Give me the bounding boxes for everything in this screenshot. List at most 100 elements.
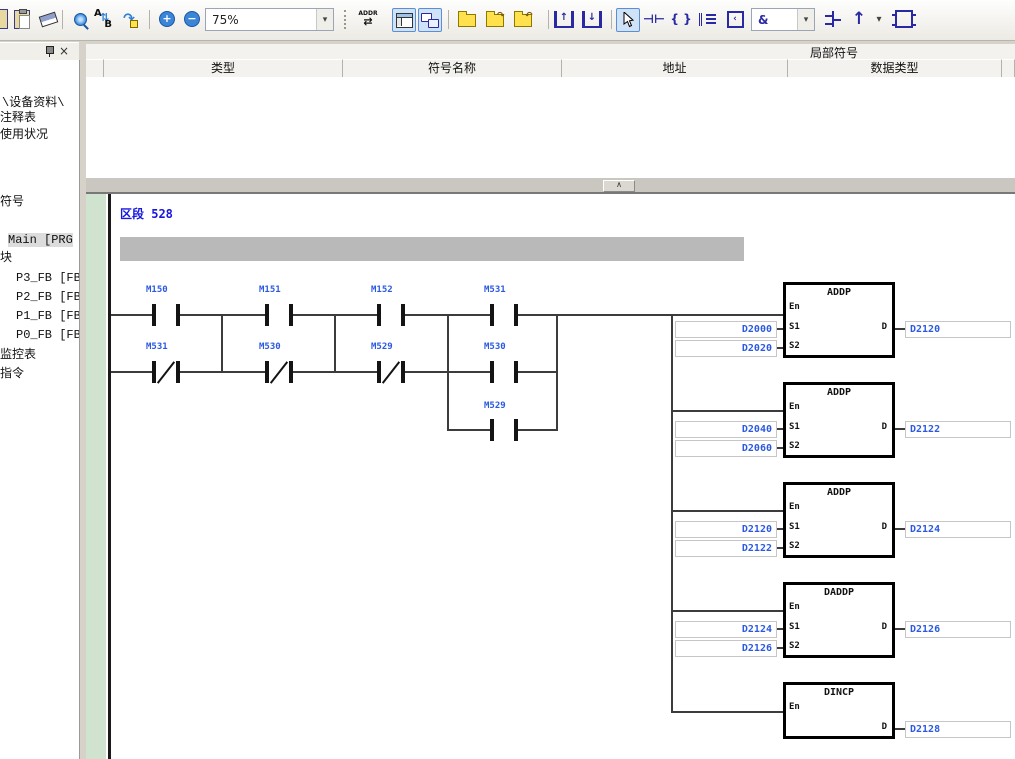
- move-up-dropdown[interactable]: ▾: [872, 8, 886, 30]
- contact-nc[interactable]: [377, 361, 381, 383]
- paste-icon[interactable]: [11, 8, 33, 30]
- goto-icon[interactable]: ↷: [118, 8, 140, 30]
- header-cell-data-type[interactable]: 数据类型: [788, 59, 1002, 78]
- ladder-editor[interactable]: [86, 192, 1015, 759]
- contact-label[interactable]: M531: [484, 285, 506, 295]
- section-label[interactable]: 区段 528: [120, 205, 173, 222]
- header-cell-type[interactable]: 类型: [104, 59, 343, 78]
- zoom-out-icon[interactable]: −: [181, 8, 203, 30]
- coil-tool-icon[interactable]: { }: [670, 8, 692, 30]
- network-block-icon[interactable]: [893, 8, 915, 30]
- address-display-toggle[interactable]: ADDR⇄: [357, 8, 379, 30]
- operand-input[interactable]: D2000: [675, 321, 777, 338]
- zoom-in-icon[interactable]: +: [156, 8, 178, 30]
- contact-no[interactable]: [377, 304, 381, 326]
- operand-input[interactable]: D2040: [675, 421, 777, 438]
- tree-item-comment-table[interactable]: 注释表: [0, 111, 36, 125]
- tree-item-main-program[interactable]: Main [PRG: [8, 233, 73, 247]
- operand-output[interactable]: D2124: [905, 521, 1011, 538]
- symbol-table-body[interactable]: [86, 77, 1015, 179]
- operand-input[interactable]: D2020: [675, 340, 777, 357]
- tree-item-p0-fb[interactable]: P0_FB [FB: [16, 328, 80, 342]
- zoom-level-combo[interactable]: 75% ▾: [205, 8, 334, 31]
- operand-input[interactable]: D2122: [675, 540, 777, 557]
- operand-output[interactable]: D2126: [905, 621, 1011, 638]
- tree-item-p1-fb[interactable]: P1_FB [FB: [16, 309, 80, 323]
- folder-undo-icon[interactable]: ↶: [512, 8, 534, 30]
- contact-label[interactable]: M531: [146, 342, 168, 352]
- function-block-addp-3[interactable]: ADDP En S1 S2 D: [783, 482, 895, 558]
- function-block-addp-1[interactable]: ADDP En S1 S2 D: [783, 282, 895, 358]
- contact-label[interactable]: M150: [146, 285, 168, 295]
- tree-item-p2-fb[interactable]: P2_FB [FB: [16, 290, 80, 304]
- header-cell-name[interactable]: 符号名称: [343, 59, 562, 78]
- contact-no[interactable]: [514, 304, 518, 326]
- function-block-addp-2[interactable]: ADDP En S1 S2 D: [783, 382, 895, 458]
- contact-nc[interactable]: [176, 361, 180, 383]
- search-icon[interactable]: [69, 8, 91, 30]
- function-block-tool-icon[interactable]: ‹: [724, 8, 746, 30]
- rung-comment-bar[interactable]: [120, 237, 744, 261]
- operand-input[interactable]: D2124: [675, 621, 777, 638]
- comment-display-toggle[interactable]: [418, 8, 442, 32]
- rung-insert-below-icon[interactable]: ↓: [581, 8, 603, 30]
- cursor-arrow-icon: [622, 12, 634, 28]
- contact-no[interactable]: [265, 304, 269, 326]
- contact-no[interactable]: [514, 361, 518, 383]
- contact-nc[interactable]: [265, 361, 269, 383]
- function-block-daddp[interactable]: DADDP En S1 S2 D: [783, 582, 895, 658]
- contact-label[interactable]: M529: [484, 401, 506, 411]
- contact-label[interactable]: M152: [371, 285, 393, 295]
- contact-nc[interactable]: [289, 361, 293, 383]
- rung-insert-above-icon[interactable]: ↑: [553, 8, 575, 30]
- contact-nc[interactable]: [401, 361, 405, 383]
- contact-label[interactable]: M529: [371, 342, 393, 352]
- folder-redo-icon[interactable]: ↷: [484, 8, 506, 30]
- find-replace-icon[interactable]: A⇅B: [92, 8, 114, 30]
- contact-no[interactable]: [514, 419, 518, 441]
- contact-label[interactable]: M530: [484, 342, 506, 352]
- eraser-icon[interactable]: [37, 8, 59, 30]
- contact-no[interactable]: [490, 419, 494, 441]
- tree-item-symbols[interactable]: 符号: [0, 195, 24, 209]
- contact-no[interactable]: [289, 304, 293, 326]
- tree-item-monitor-table[interactable]: 监控表: [0, 348, 36, 362]
- tree-item-p3-fb[interactable]: P3_FB [FB: [16, 271, 80, 285]
- wire-h: [671, 711, 783, 713]
- tree-item-function-blocks[interactable]: 块: [0, 251, 12, 265]
- contact-label[interactable]: M151: [259, 285, 281, 295]
- operand-input[interactable]: D2126: [675, 640, 777, 657]
- panel-splitter[interactable]: ∧: [86, 178, 1015, 192]
- applied-instruction-combo[interactable]: & ▾: [751, 8, 815, 31]
- contact-no[interactable]: [176, 304, 180, 326]
- tree-item-usage-status[interactable]: 使用状况: [0, 128, 48, 142]
- zoom-combo-dropdown[interactable]: ▾: [316, 9, 333, 30]
- instruction-tool-icon[interactable]: [697, 8, 719, 30]
- contact-no[interactable]: [490, 361, 494, 383]
- operand-output[interactable]: D2128: [905, 721, 1011, 738]
- close-icon[interactable]: ×: [59, 44, 69, 58]
- tree-item-device-data[interactable]: \设备资料\: [2, 96, 64, 110]
- function-block-dincp[interactable]: DINCP En D: [783, 682, 895, 739]
- select-cursor-toggle[interactable]: [616, 8, 640, 32]
- contact-no[interactable]: [152, 304, 156, 326]
- folder-icon[interactable]: [456, 8, 478, 30]
- branch-tool-icon[interactable]: [822, 8, 844, 30]
- collapse-button[interactable]: ∧: [603, 180, 635, 192]
- operand-input[interactable]: D2060: [675, 440, 777, 457]
- tree-item-instructions[interactable]: 指令: [0, 367, 24, 381]
- contact-no[interactable]: [490, 304, 494, 326]
- contact-no[interactable]: [401, 304, 405, 326]
- header-cell-address[interactable]: 地址: [562, 59, 788, 78]
- operand-output[interactable]: D2120: [905, 321, 1011, 338]
- operand-output[interactable]: D2122: [905, 421, 1011, 438]
- contact-nc[interactable]: [152, 361, 156, 383]
- pin-icon[interactable]: [45, 46, 54, 57]
- instruction-combo-dropdown[interactable]: ▾: [797, 9, 814, 30]
- clipped-paste-icon[interactable]: [0, 8, 10, 30]
- contact-tool-icon[interactable]: ⊣⊢: [643, 8, 665, 30]
- contact-label[interactable]: M530: [259, 342, 281, 352]
- move-up-icon[interactable]: ↑: [848, 8, 870, 30]
- window-layout-toggle[interactable]: [392, 8, 416, 32]
- operand-input[interactable]: D2120: [675, 521, 777, 538]
